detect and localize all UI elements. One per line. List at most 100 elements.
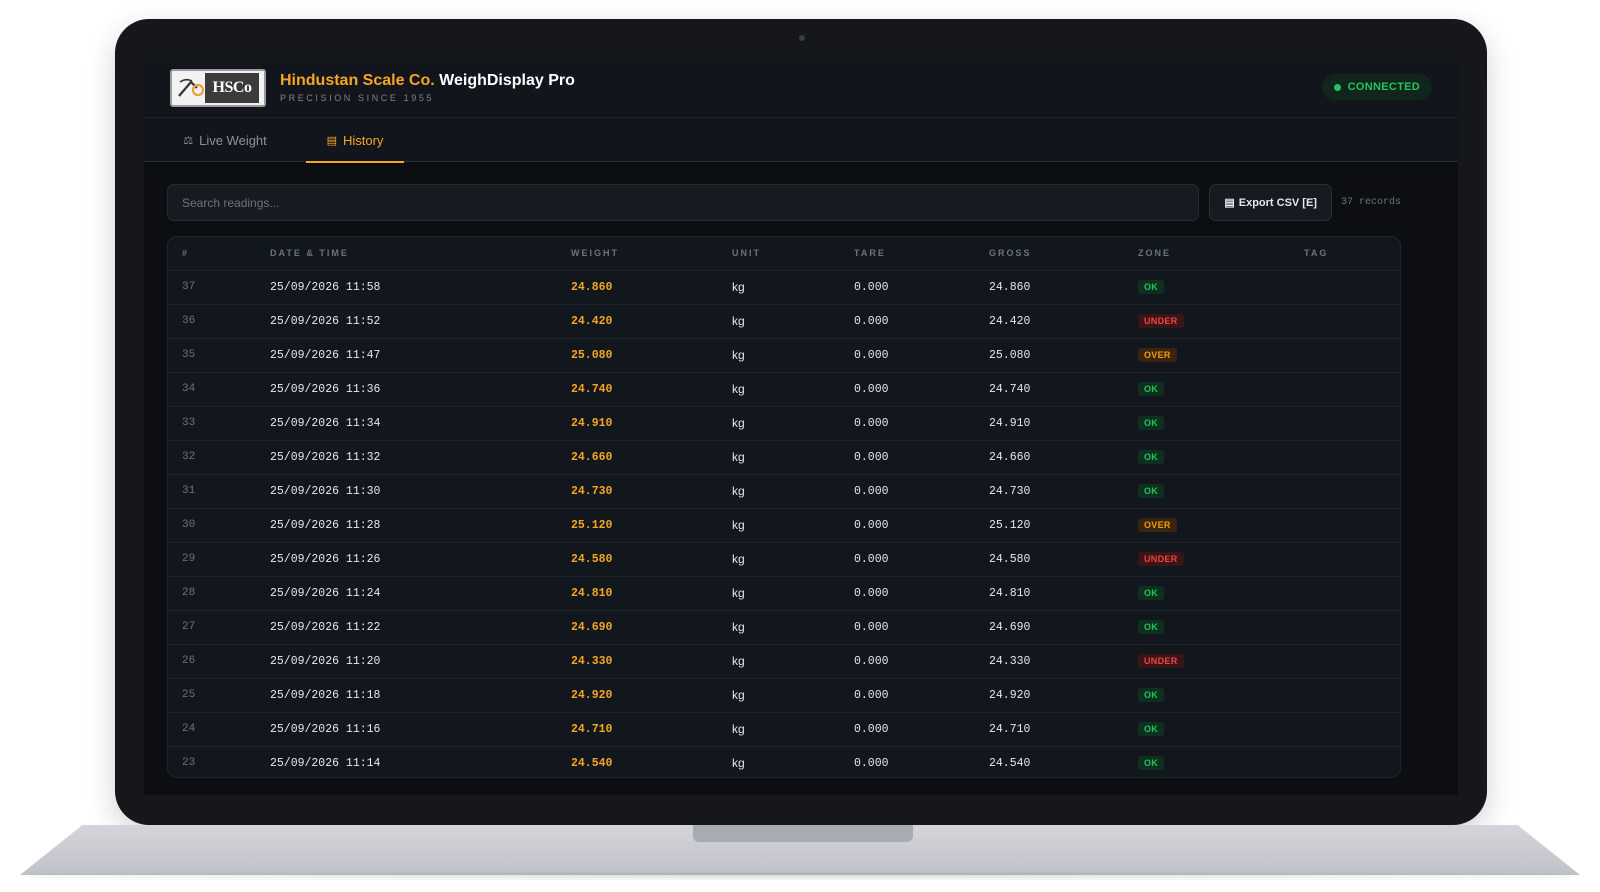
table-row[interactable]: 24 25/09/2026 11:16 24.710 kg 0.000 24.710 OK [168, 712, 1400, 746]
row-datetime: 25/09/2026 11:32 [270, 450, 381, 464]
row-unit: kg [732, 756, 745, 771]
row-zone: OK [1124, 440, 1290, 474]
history-toolbar: ▤ Export CSV [E] 37 records [167, 184, 1401, 221]
column-header[interactable]: GROSS [975, 237, 1124, 270]
row-gross: 24.810 [989, 586, 1031, 600]
zone-badge: OK [1138, 416, 1165, 430]
export-csv-button[interactable]: ▤ Export CSV [E] [1209, 184, 1332, 221]
row-unit: kg [732, 450, 745, 464]
column-header[interactable]: DATE & TIME [256, 237, 557, 270]
row-tag [1290, 576, 1400, 610]
column-header[interactable]: # [168, 237, 256, 270]
scale-icon: ⚖ [183, 134, 194, 147]
zone-badge: OK [1138, 756, 1165, 771]
row-weight: 25.080 [571, 348, 613, 362]
row-datetime: 25/09/2026 11:26 [270, 552, 381, 566]
brand-product: WeighDisplay Pro [439, 72, 575, 89]
column-header[interactable]: WEIGHT [557, 237, 718, 270]
row-datetime: 25/09/2026 11:34 [270, 416, 381, 430]
row-unit: kg [732, 280, 745, 294]
readings-table: # DATE & TIME WEIGHT UNIT TARE GROSS ZON… [168, 237, 1400, 777]
row-zone: OK [1124, 746, 1290, 777]
table-row[interactable]: 36 25/09/2026 11:52 24.420 kg 0.000 24.420 UND… [168, 304, 1400, 338]
table-row[interactable]: 28 25/09/2026 11:24 24.810 kg 0.000 24.810 OK [168, 576, 1400, 610]
row-tag [1290, 270, 1400, 304]
row-datetime: 25/09/2026 11:30 [270, 484, 381, 498]
column-header[interactable]: TAG [1290, 237, 1400, 270]
zone-badge: OK [1138, 586, 1165, 600]
table-row[interactable]: 32 25/09/2026 11:32 24.660 kg 0.000 24.660 OK [168, 440, 1400, 474]
row-datetime: 25/09/2026 11:22 [270, 620, 381, 634]
brand-company: Hindustan Scale Co. [280, 72, 435, 89]
row-zone: OVER [1124, 508, 1290, 542]
row-weight: 24.660 [571, 450, 613, 464]
row-weight: 24.810 [571, 586, 613, 600]
row-gross: 24.660 [989, 450, 1031, 464]
readings-table-container: # DATE & TIME WEIGHT UNIT TARE GROSS ZON… [167, 236, 1401, 778]
row-gross: 24.740 [989, 382, 1031, 396]
row-datetime: 25/09/2026 11:52 [270, 314, 381, 328]
row-gross: 24.920 [989, 688, 1031, 702]
row-weight: 24.580 [571, 552, 613, 566]
row-zone: OVER [1124, 338, 1290, 372]
app-window: HSCo Hindustan Scale Co. WeighDisplay Pr… [144, 58, 1458, 795]
row-weight: 24.730 [571, 484, 613, 498]
row-tag [1290, 440, 1400, 474]
table-row[interactable]: 33 25/09/2026 11:34 24.910 kg 0.000 24.910 OK [168, 406, 1400, 440]
row-unit: kg [732, 688, 745, 702]
row-gross: 24.420 [989, 314, 1031, 328]
row-number: 28 [182, 587, 196, 599]
table-row[interactable]: 34 25/09/2026 11:36 24.740 kg 0.000 24.740 OK [168, 372, 1400, 406]
table-row[interactable]: 37 25/09/2026 11:58 24.860 kg 0.000 24.860 OK [168, 270, 1400, 304]
table-row[interactable]: 30 25/09/2026 11:28 25.120 kg 0.000 25.120 OVE… [168, 508, 1400, 542]
table-row[interactable]: 31 25/09/2026 11:30 24.730 kg 0.000 24.730 OK [168, 474, 1400, 508]
column-header[interactable]: UNIT [718, 237, 840, 270]
row-tare: 0.000 [854, 450, 889, 464]
row-number: 27 [182, 621, 196, 633]
row-zone: OK [1124, 270, 1290, 304]
row-datetime: 25/09/2026 11:24 [270, 586, 381, 600]
zone-badge: OK [1138, 484, 1165, 498]
row-number: 24 [182, 723, 196, 735]
row-zone: UNDER [1124, 644, 1290, 678]
row-number: 33 [182, 417, 196, 429]
row-number: 23 [182, 757, 196, 770]
row-tag [1290, 338, 1400, 372]
row-unit: kg [732, 518, 745, 532]
row-tag [1290, 372, 1400, 406]
zone-badge: OVER [1138, 518, 1177, 532]
row-unit: kg [732, 416, 745, 430]
row-unit: kg [732, 484, 745, 498]
row-tare: 0.000 [854, 348, 889, 362]
row-zone: UNDER [1124, 304, 1290, 338]
list-icon: ▤ [326, 134, 337, 147]
row-datetime: 25/09/2026 11:16 [270, 722, 381, 736]
tab-live-weight[interactable]: ⚖ Live Weight [144, 118, 306, 162]
app-title: Hindustan Scale Co. WeighDisplay Pro [280, 72, 575, 90]
table-row[interactable]: 27 25/09/2026 11:22 24.690 kg 0.000 24.690 OK [168, 610, 1400, 644]
column-header[interactable]: ZONE [1124, 237, 1290, 270]
zone-badge: OK [1138, 688, 1165, 702]
export-icon: ▤ [1224, 197, 1235, 209]
table-row[interactable]: 25 25/09/2026 11:18 24.920 kg 0.000 24.920 OK [168, 678, 1400, 712]
tab-history[interactable]: ▤ History [306, 118, 404, 163]
scale-logo-icon [178, 78, 205, 97]
row-gross: 24.580 [989, 552, 1031, 566]
table-row[interactable]: 29 25/09/2026 11:26 24.580 kg 0.000 24.580 UND… [168, 542, 1400, 576]
column-header[interactable]: TARE [840, 237, 975, 270]
tab-label: Live Weight [199, 132, 267, 148]
table-row[interactable]: 23 25/09/2026 11:14 24.540 kg 0.000 24.540 OK [168, 746, 1400, 777]
row-gross: 24.860 [989, 280, 1031, 294]
tab-label: History [342, 132, 384, 148]
row-number: 34 [182, 383, 196, 395]
row-tag [1290, 474, 1400, 508]
tab-bar: ⚖ Live Weight ▤ History [144, 118, 1458, 163]
row-zone: UNDER [1124, 542, 1290, 576]
search-input[interactable] [167, 184, 1200, 221]
brand: Hindustan Scale Co. WeighDisplay Pro PRE… [280, 72, 575, 103]
table-row[interactable]: 35 25/09/2026 11:47 25.080 kg 0.000 25.080 OVE… [168, 338, 1400, 372]
table-row[interactable]: 26 25/09/2026 11:20 24.330 kg 0.000 24.330 UND… [168, 644, 1400, 678]
row-weight: 24.420 [571, 314, 613, 328]
row-datetime: 25/09/2026 11:47 [270, 348, 381, 362]
row-number: 31 [182, 485, 196, 497]
